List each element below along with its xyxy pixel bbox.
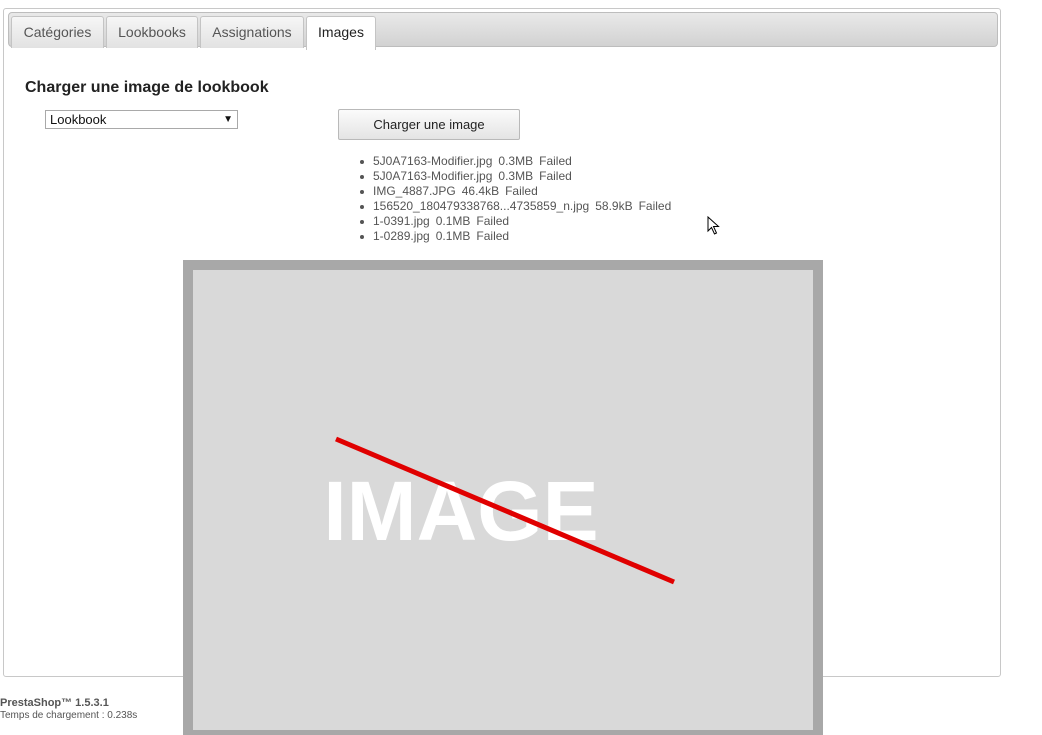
tab-bar: Catégories Lookbooks Assignations Images — [8, 12, 998, 50]
missing-image-icon: IMAGE — [323, 436, 675, 585]
tab-categories[interactable]: Catégories — [11, 16, 104, 48]
section-title: Charger une image de lookbook — [25, 79, 269, 96]
tab-images[interactable]: Images — [306, 16, 376, 50]
tab-assignations[interactable]: Assignations — [200, 16, 304, 48]
tab-lookbooks[interactable]: Lookbooks — [106, 16, 198, 48]
upload-image-button[interactable]: Charger une image — [338, 109, 520, 140]
list-item: IMG_4887.JPG 46.4kB Failed — [359, 184, 671, 199]
image-placeholder: IMAGE — [183, 260, 823, 735]
footer: PrestaShop™ 1.5.3.1 Temps de chargement … — [0, 697, 137, 722]
list-item: 156520_180479338768...4735859_n.jpg 58.9k… — [359, 199, 672, 213]
lookbook-select-value: Lookbook — [50, 112, 107, 127]
upload-file-list: 5J0A7163-Modifier.jpg 0.3MB Failed 5J0A716… — [359, 154, 672, 244]
mouse-pointer-icon — [707, 216, 720, 235]
image-placeholder-text: IMAGE — [323, 464, 598, 558]
triangle-down-icon: ▼ — [223, 114, 233, 125]
list-item: 5J0A7163-Modifier.jpg 0.3MB Failed — [359, 154, 671, 169]
list-item: 5J0A7163-Modifier.jpg 0.3MB Failed — [359, 169, 671, 184]
image-placeholder-inner: IMAGE — [193, 270, 813, 730]
footer-brand: PrestaShop™ 1.5.3.1 — [0, 697, 109, 709]
footer-load-time: Temps de chargement : 0.238s — [0, 710, 138, 721]
list-item: 1-0391.jpg 0.1MB Failed — [359, 214, 671, 229]
list-item: 1-0289.jpg 0.1MB Failed — [359, 229, 671, 244]
lookbook-select[interactable]: Lookbook ▼ — [45, 110, 238, 129]
